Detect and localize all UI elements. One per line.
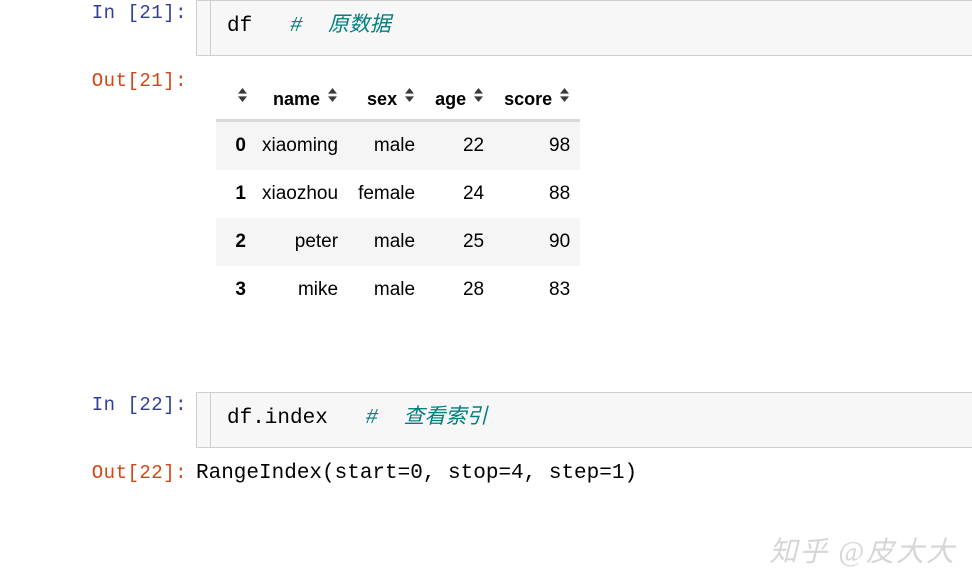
column-header-label: score	[504, 89, 553, 109]
dataframe-head: name sex age score	[216, 82, 581, 121]
sort-updown-icon[interactable]	[327, 87, 338, 103]
cell-sex: male	[373, 135, 416, 156]
output-area-21: name sex age score 0 xiaoming male 22 98…	[196, 68, 972, 314]
column-header-label: sex	[367, 89, 398, 109]
table-row: 3 mike male 28 83	[216, 266, 581, 314]
table-row: 0 xiaoming male 22 98	[216, 120, 581, 170]
row-index-cell: 0	[235, 135, 246, 156]
code-text-22: df.index	[227, 407, 328, 430]
cell-age: 22	[462, 135, 485, 156]
cell-name: xiaoming	[262, 135, 339, 156]
code-input-cell-22[interactable]: df.index # 查看索引	[196, 392, 972, 448]
sort-updown-icon[interactable]	[237, 87, 248, 103]
column-header-label: name	[273, 89, 321, 109]
cell-gutter	[197, 393, 211, 447]
column-header-label: age	[435, 89, 467, 109]
row-index-cell: 1	[235, 183, 246, 204]
cell-sex: female	[358, 183, 416, 204]
cell-age: 28	[462, 279, 485, 300]
sort-updown-icon[interactable]	[473, 87, 484, 103]
dataframe-table: name sex age score 0 xiaoming male 22 98…	[216, 82, 581, 314]
cell-score: 83	[549, 279, 571, 300]
output-area-22: RangeIndex(start=0, stop=4, step=1)	[196, 460, 972, 487]
in-prompt-21: In [21]:	[91, 2, 187, 24]
code-comment-22: # 查看索引	[365, 407, 488, 430]
code-editor-21[interactable]: df # 原数据	[211, 1, 972, 55]
notebook-output-out-22: Out[22]: RangeIndex(start=0, stop=4, ste…	[0, 460, 972, 487]
cell-name: mike	[297, 279, 339, 300]
output-text-rangeindex: RangeIndex(start=0, stop=4, step=1)	[196, 462, 638, 485]
cell-score: 90	[549, 231, 571, 252]
column-header-sex[interactable]: sex	[348, 82, 426, 121]
code-input-cell-21[interactable]: df # 原数据	[196, 0, 972, 56]
dataframe-body: 0 xiaoming male 22 98 1 xiaozhou female …	[216, 120, 581, 314]
notebook-cell-in-22: In [22]: df.index # 查看索引	[0, 392, 972, 448]
cell-sex: male	[373, 279, 416, 300]
cell-name: peter	[294, 231, 339, 252]
jupyter-notebook: In [21]: df # 原数据 Out[21]: name sex age …	[0, 0, 972, 584]
column-header-index[interactable]	[216, 82, 252, 121]
cell-gutter	[197, 1, 211, 55]
cell-score: 98	[549, 135, 571, 156]
notebook-cell-in-21: In [21]: df # 原数据	[0, 0, 972, 56]
cell-score: 88	[549, 183, 571, 204]
out-prompt-22: Out[22]:	[91, 462, 187, 484]
row-index-cell: 3	[235, 279, 246, 300]
out-prompt-21: Out[21]:	[91, 70, 187, 92]
table-row: 2 peter male 25 90	[216, 218, 581, 266]
watermark: 知乎 @皮大大	[769, 537, 956, 568]
row-index-cell: 2	[235, 231, 246, 252]
cell-sex: male	[373, 231, 416, 252]
sort-updown-icon[interactable]	[404, 87, 415, 103]
sort-updown-icon[interactable]	[559, 87, 570, 103]
table-row: 1 xiaozhou female 24 88	[216, 170, 581, 218]
cell-age: 25	[462, 231, 485, 252]
cell-name: xiaozhou	[262, 183, 339, 204]
column-header-name[interactable]: name	[252, 82, 349, 121]
column-header-score[interactable]: score	[494, 82, 581, 121]
code-comment-21: # 原数据	[290, 15, 391, 38]
cell-age: 24	[462, 183, 485, 204]
column-header-age[interactable]: age	[425, 82, 495, 121]
cell-spacer	[0, 314, 972, 392]
code-editor-22[interactable]: df.index # 查看索引	[211, 393, 972, 447]
dataframe-container: name sex age score 0 xiaoming male 22 98…	[196, 68, 972, 314]
dataframe-header-row: name sex age score	[216, 82, 581, 121]
in-prompt-22: In [22]:	[91, 394, 187, 416]
notebook-output-out-21: Out[21]: name sex age score 0 xiaoming m…	[0, 68, 972, 314]
code-text-21: df	[227, 15, 253, 38]
